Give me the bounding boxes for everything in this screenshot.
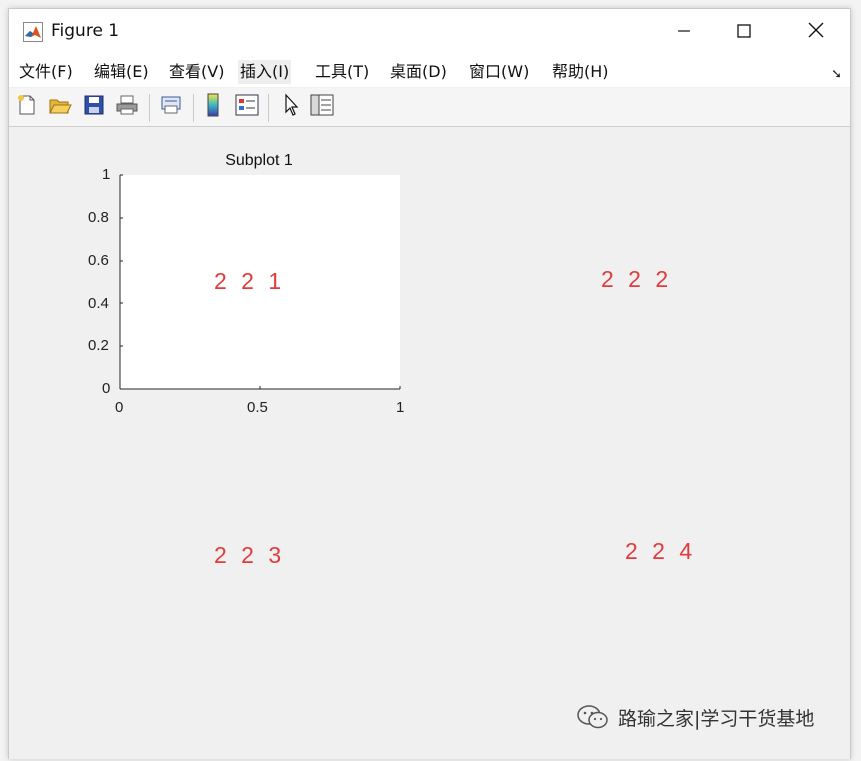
maximize-icon bbox=[737, 23, 751, 42]
y-tick-label: 1 bbox=[102, 166, 111, 183]
legend-button[interactable] bbox=[233, 93, 261, 121]
close-button[interactable] bbox=[781, 9, 851, 55]
x-tick-label: 0.5 bbox=[247, 399, 268, 416]
menu-window[interactable]: 窗口(W) bbox=[467, 60, 531, 84]
toolbar-separator bbox=[268, 94, 269, 122]
menu-edit[interactable]: 编辑(E) bbox=[92, 60, 151, 84]
x-tick-label: 1 bbox=[396, 399, 405, 416]
print-preview-icon bbox=[159, 94, 183, 120]
print-button[interactable] bbox=[113, 93, 141, 121]
figure-window: Figure 1 文件(F) 编辑(E) 查看(V) 插入(I) 工具(T) 桌… bbox=[8, 8, 851, 759]
edit-plot-arrow-icon bbox=[282, 93, 300, 121]
y-tick-label: 0.4 bbox=[88, 295, 109, 312]
y-tick-label: 0.8 bbox=[88, 209, 109, 226]
x-tick-label: 0 bbox=[115, 399, 124, 416]
annotation-221: 2 2 1 bbox=[214, 268, 286, 294]
save-button[interactable] bbox=[80, 93, 108, 121]
watermark: 路瑜之家|学习干货基地 bbox=[576, 701, 814, 733]
toolbar-separator bbox=[149, 94, 150, 122]
menu-file[interactable]: 文件(F) bbox=[17, 60, 75, 84]
menu-bar: 文件(F) 编辑(E) 查看(V) 插入(I) 工具(T) 桌面(D) 窗口(W… bbox=[9, 55, 850, 87]
edit-plot-button[interactable] bbox=[277, 93, 305, 121]
open-file-icon bbox=[48, 94, 72, 120]
legend-icon bbox=[235, 94, 259, 120]
colorbar-button[interactable] bbox=[199, 93, 227, 121]
subplot-1-axis-lines bbox=[119, 174, 401, 390]
matlab-logo-icon bbox=[23, 22, 43, 42]
property-inspector-button[interactable] bbox=[308, 93, 336, 121]
annotation-224: 2 2 4 bbox=[625, 538, 697, 564]
property-inspector-icon bbox=[310, 94, 334, 120]
wechat-icon bbox=[576, 704, 610, 730]
toolbar-separator bbox=[193, 94, 194, 122]
print-icon bbox=[115, 94, 139, 120]
save-icon bbox=[83, 94, 105, 120]
window-title: Figure 1 bbox=[51, 21, 120, 41]
print-preview-button[interactable] bbox=[157, 93, 185, 121]
figure-canvas[interactable]: Subplot 1 1 0.8 0.6 0.4 0.2 0 0 0.5 1 2 … bbox=[9, 127, 850, 759]
menu-help[interactable]: 帮助(H) bbox=[550, 60, 611, 84]
figure-toolbar bbox=[9, 88, 850, 127]
watermark-text: 路瑜之家|学习干货基地 bbox=[618, 707, 815, 730]
new-figure-button[interactable] bbox=[13, 93, 41, 121]
annotation-223: 2 2 3 bbox=[214, 542, 286, 568]
y-tick-label: 0.6 bbox=[88, 252, 109, 269]
close-icon bbox=[808, 22, 824, 42]
menu-view[interactable]: 查看(V) bbox=[167, 60, 226, 84]
menu-tools[interactable]: 工具(T) bbox=[313, 60, 371, 84]
annotation-222: 2 2 2 bbox=[601, 266, 673, 292]
title-bar[interactable]: Figure 1 bbox=[9, 9, 850, 55]
colorbar-icon bbox=[205, 93, 221, 121]
y-tick-label: 0.2 bbox=[88, 337, 109, 354]
menu-desktop[interactable]: 桌面(D) bbox=[388, 60, 449, 84]
new-figure-icon bbox=[16, 94, 38, 120]
menu-insert[interactable]: 插入(I) bbox=[238, 60, 292, 84]
dock-arrow-icon[interactable]: ➘ bbox=[831, 67, 842, 82]
y-tick-label: 0 bbox=[102, 380, 111, 397]
maximize-button[interactable] bbox=[709, 9, 779, 55]
open-file-button[interactable] bbox=[46, 93, 74, 121]
minimize-icon bbox=[677, 23, 691, 42]
